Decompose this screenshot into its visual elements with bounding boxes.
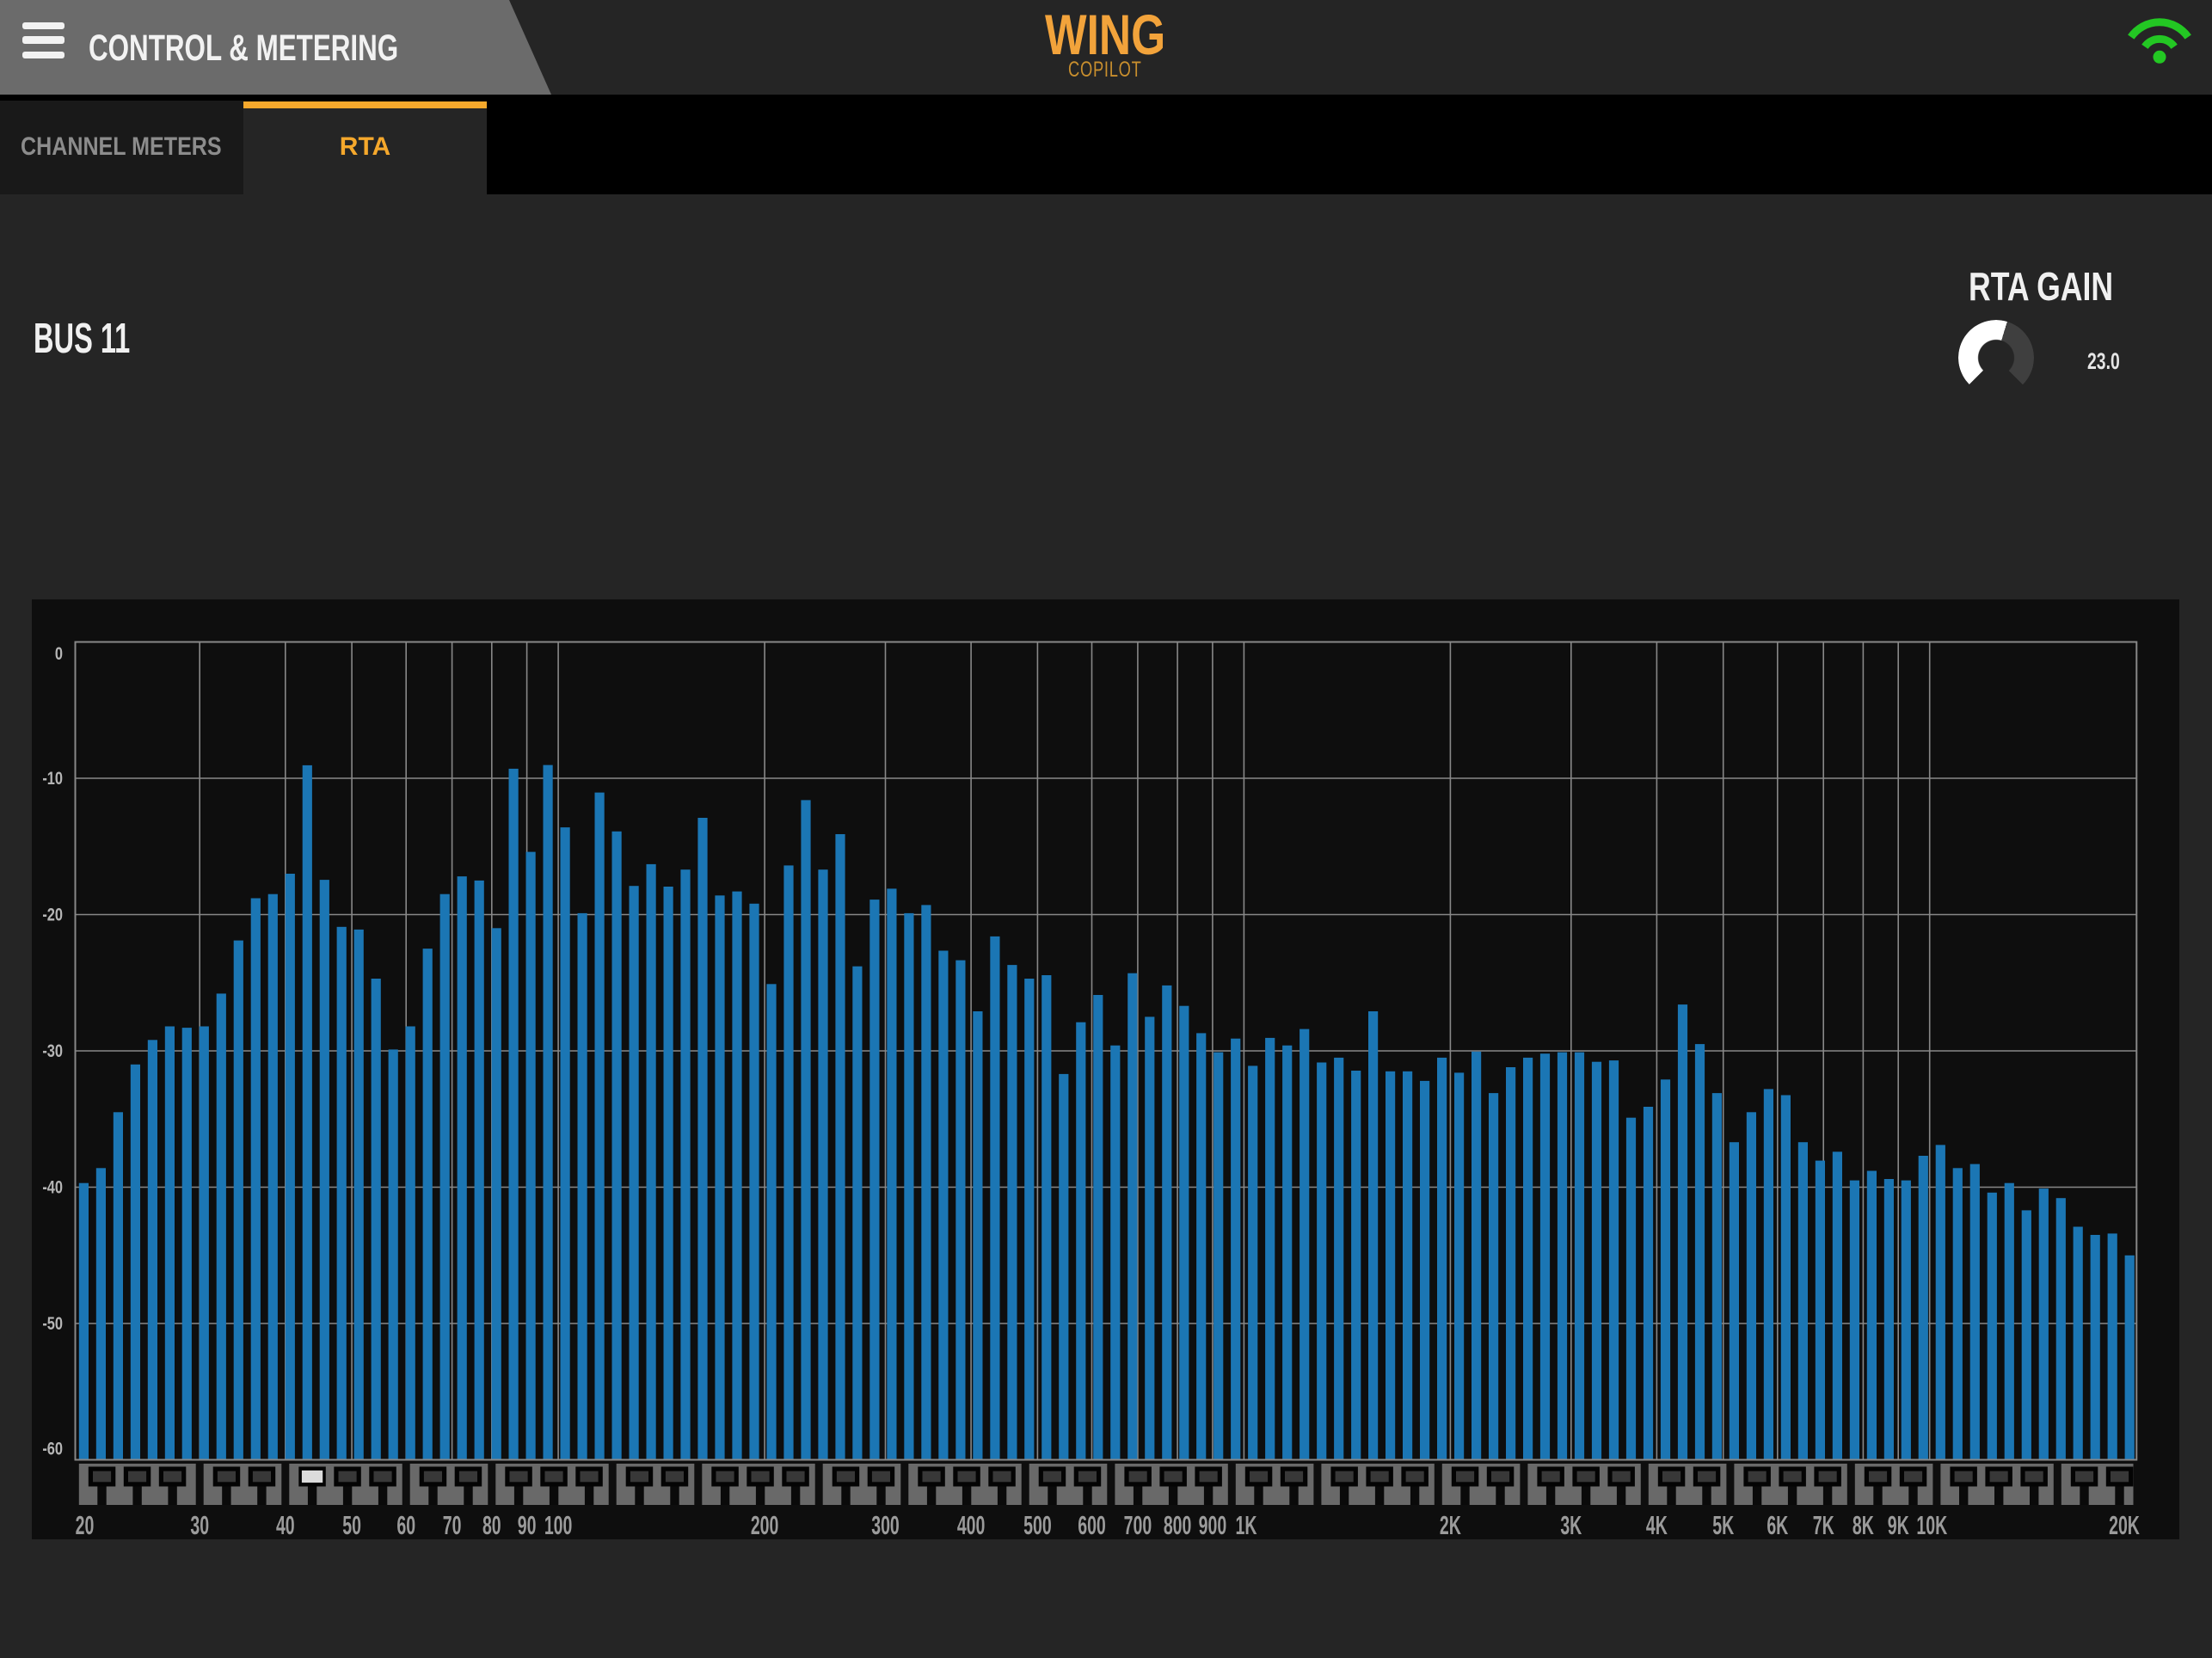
svg-text:90: 90	[518, 1512, 537, 1539]
svg-text:-10: -10	[42, 768, 63, 788]
svg-text:20: 20	[76, 1512, 95, 1539]
svg-text:-30: -30	[42, 1041, 63, 1060]
svg-text:-50: -50	[42, 1313, 63, 1333]
svg-text:700: 700	[1124, 1512, 1152, 1539]
svg-text:2K: 2K	[1440, 1512, 1461, 1539]
svg-text:20K: 20K	[2109, 1512, 2140, 1539]
svg-text:60: 60	[396, 1512, 415, 1539]
svg-text:200: 200	[751, 1512, 779, 1539]
svg-text:5K: 5K	[1712, 1512, 1734, 1539]
svg-text:70: 70	[443, 1512, 462, 1539]
svg-text:50: 50	[342, 1512, 361, 1539]
svg-text:40: 40	[276, 1512, 295, 1539]
svg-text:500: 500	[1023, 1512, 1052, 1539]
svg-text:900: 900	[1199, 1512, 1227, 1539]
svg-text:0: 0	[55, 643, 63, 663]
svg-text:300: 300	[871, 1512, 900, 1539]
svg-text:80: 80	[482, 1512, 501, 1539]
svg-text:10K: 10K	[1916, 1512, 1947, 1539]
svg-text:400: 400	[957, 1512, 986, 1539]
svg-text:9K: 9K	[1888, 1512, 1909, 1539]
svg-text:-20: -20	[42, 905, 63, 924]
svg-text:7K: 7K	[1813, 1512, 1834, 1539]
svg-text:4K: 4K	[1646, 1512, 1668, 1539]
svg-text:3K: 3K	[1560, 1512, 1582, 1539]
svg-text:6K: 6K	[1767, 1512, 1788, 1539]
svg-text:600: 600	[1078, 1512, 1106, 1539]
svg-text:8K: 8K	[1853, 1512, 1874, 1539]
svg-text:800: 800	[1164, 1512, 1192, 1539]
svg-text:100: 100	[544, 1512, 573, 1539]
svg-text:-40: -40	[42, 1177, 63, 1197]
svg-text:30: 30	[190, 1512, 209, 1539]
svg-text:-60: -60	[42, 1439, 63, 1458]
svg-text:1K: 1K	[1236, 1512, 1257, 1539]
